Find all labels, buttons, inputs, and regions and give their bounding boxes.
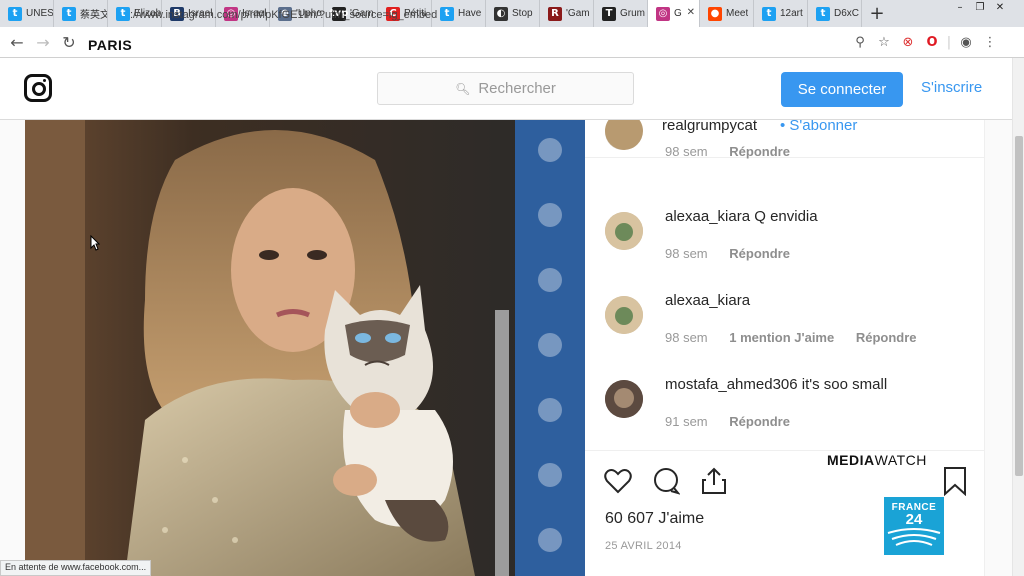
search-placeholder: Rechercher — [478, 80, 556, 97]
comment-username[interactable]: alexaa_kiara — [665, 208, 750, 225]
comment-age: 91 sem — [665, 414, 708, 429]
comment-meta: 91 sem Répondre — [665, 414, 790, 429]
mediawatch-logo: MEDIAWATCH — [827, 452, 927, 468]
comment-body: it's soo small — [801, 376, 888, 393]
browser-tab[interactable]: t UNES — [0, 0, 54, 27]
window-controls: – ❐ ✕ — [950, 0, 1010, 16]
comment-text: alexaa_kiara Q envidia — [665, 208, 818, 225]
search-icon: 🔍︎ — [455, 81, 471, 96]
post-photo-illustration — [25, 120, 585, 576]
comment-avatar[interactable] — [605, 380, 643, 418]
france24-waves-icon — [887, 528, 941, 546]
actions-divider — [585, 450, 984, 451]
minimize-button[interactable]: – — [950, 0, 970, 14]
comment-item: alexaa_kiara 98 sem 1 mention J'aime Rép… — [585, 292, 984, 378]
post-date: 25 AVRIL 2014 — [605, 540, 682, 552]
mediawatch-part-b: WATCH — [874, 452, 927, 468]
comment-meta: 98 sem 1 mention J'aime Répondre — [665, 330, 917, 345]
reply-button[interactable]: Répondre — [729, 246, 790, 261]
comment-bubble-icon[interactable] — [651, 466, 681, 496]
reply-button[interactable]: Répondre — [856, 330, 917, 345]
tab-title: UNES — [26, 8, 53, 19]
maximize-button[interactable]: ❐ — [970, 0, 990, 14]
comment-username[interactable]: alexaa_kiara — [665, 292, 750, 309]
comment-item: alexaa_kiara Q envidia 98 sem Répondre — [585, 208, 984, 294]
city-overlay-label: PARIS — [88, 37, 133, 53]
back-button[interactable]: ← — [4, 29, 30, 55]
comment-meta: 98 sem Répondre — [665, 246, 790, 261]
mediawatch-part-a: MEDIA — [827, 452, 875, 468]
bookmark-star-icon[interactable]: ☆ — [872, 31, 896, 53]
menu-icon[interactable]: ⋮ — [978, 31, 1002, 53]
avatar-image — [605, 212, 643, 250]
profile-icon[interactable]: ◉ — [954, 31, 978, 53]
comment-text: mostafa_ahmed306 it's soo small — [665, 376, 887, 393]
twitter-icon: t — [116, 6, 130, 21]
comment-item: 98 sem Répondre — [585, 120, 984, 196]
france24-number: 24 — [905, 511, 923, 528]
login-button[interactable]: Se connecter — [781, 72, 903, 107]
reload-button[interactable]: ↻ — [56, 29, 82, 55]
comment-body: Q envidia — [754, 208, 818, 225]
comment-avatar[interactable] — [605, 212, 643, 250]
page-scrollbar[interactable] — [1012, 58, 1024, 576]
france24-logo: FRANCE 24 — [884, 497, 944, 555]
twitter-icon: t — [8, 6, 22, 21]
comment-age: 98 sem — [665, 246, 708, 261]
tab-title: 蔡英文 — [80, 10, 107, 21]
address-url: ://www.instagram.com/p/nMpKfGE1Im/?utm_s… — [130, 9, 438, 21]
toolbar-right-icons: ⚲ ☆ ⊗ O | ◉ ⋮ — [848, 31, 1002, 53]
reply-button[interactable]: Répondre — [729, 144, 790, 159]
comment-age: 98 sem — [665, 330, 708, 345]
forward-button[interactable]: → — [30, 29, 56, 55]
bookmark-icon[interactable] — [942, 466, 972, 497]
close-window-button[interactable]: ✕ — [990, 0, 1010, 14]
post-actions — [603, 466, 747, 496]
separator: | — [946, 34, 952, 50]
scrollbar-thumb[interactable] — [1015, 136, 1023, 476]
share-icon[interactable] — [699, 466, 729, 496]
twitter-icon: t — [62, 6, 76, 21]
comment-likes[interactable]: 1 mention J'aime — [729, 330, 834, 345]
zoom-icon[interactable]: ⚲ — [848, 31, 872, 53]
avatar-image — [605, 296, 643, 334]
comment-avatar[interactable] — [605, 296, 643, 334]
reply-button[interactable]: Répondre — [729, 414, 790, 429]
instagram-logo-icon[interactable] — [24, 74, 52, 102]
new-tab-button[interactable]: + — [862, 0, 892, 27]
comment-meta: 98 sem Répondre — [665, 144, 790, 159]
search-input[interactable]: 🔍︎ Rechercher — [377, 72, 634, 105]
signup-link[interactable]: S'inscrire — [921, 79, 982, 96]
comment-avatar[interactable] — [605, 120, 643, 150]
adblock-icon[interactable]: ⊗ — [896, 31, 920, 53]
mouse-cursor-icon — [90, 235, 100, 251]
address-bar[interactable]: ://www.instagram.com/p/nMpKfGE1Im/?utm_s… — [130, 4, 850, 26]
opera-icon[interactable]: O — [920, 31, 944, 53]
likes-count[interactable]: 60 607 J'aime — [605, 510, 704, 528]
post-photo[interactable] — [25, 120, 585, 576]
comment-text: alexaa_kiara — [665, 292, 750, 309]
browser-tab[interactable]: t 蔡英文 — [54, 0, 108, 27]
like-heart-icon[interactable] — [603, 466, 633, 496]
instagram-header: 🔍︎ Rechercher Se connecter S'inscrire — [0, 58, 1012, 120]
comment-username[interactable]: mostafa_ahmed306 — [665, 376, 798, 393]
avatar-image — [605, 380, 643, 418]
comment-age: 98 sem — [665, 144, 708, 159]
status-bar: En attente de www.facebook.com... — [0, 560, 152, 576]
